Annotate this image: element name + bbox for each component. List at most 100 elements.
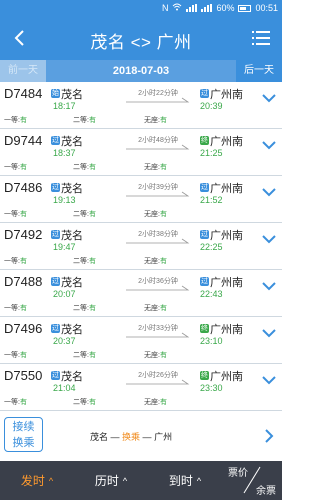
route-arrow-icon (126, 144, 190, 150)
network-indicator: N (161, 3, 169, 13)
departure-station: 茂名 (61, 277, 83, 289)
train-row[interactable]: D7488 过 茂名 20:07 2小时36分钟 过 广州南 22:43 一等:… (0, 270, 282, 317)
seat-no-seat: 无座:有 (144, 164, 167, 171)
status-bar: N 60% 00:51 (0, 0, 282, 17)
sort-arrive-tab[interactable]: 到时 ^ (148, 461, 222, 500)
arrival-station: 广州南 (210, 136, 243, 148)
selected-date[interactable]: 2018-07-03 (46, 60, 236, 82)
origin-type-icon: 过 (51, 136, 60, 145)
arrival-station: 广州南 (210, 324, 243, 336)
seat-no-seat: 无座:有 (144, 258, 167, 265)
seat-first-class: 一等:有 (4, 117, 27, 124)
train-number: D7488 (4, 274, 43, 289)
train-row[interactable]: D9744 过 茂名 18:37 2小时48分钟 终 广州南 21:25 一等:… (0, 129, 282, 176)
seat-no-seat: 无座:有 (144, 305, 167, 312)
battery-percent: 60% (216, 3, 235, 13)
transfer-section[interactable]: 接续 换乘 茂名 — 换乘 — 广州 (0, 411, 282, 461)
chevron-down-icon[interactable] (261, 374, 277, 386)
train-row[interactable]: D7492 过 茂名 19:47 2小时38分钟 过 广州南 22:25 一等:… (0, 223, 282, 270)
train-number: D7550 (4, 368, 43, 383)
chevron-down-icon[interactable] (261, 280, 277, 292)
remaining-label: 余票 (256, 486, 276, 497)
origin-type-icon: 始 (51, 89, 60, 98)
train-number: D7484 (4, 86, 43, 101)
seat-no-seat: 无座:有 (144, 117, 167, 124)
signal-icon (186, 4, 198, 12)
departure-time: 19:13 (53, 195, 76, 205)
sort-depart-tab[interactable]: 发时 ^ (0, 461, 74, 500)
arrival-station: 广州南 (210, 277, 243, 289)
seat-second-class: 二等:有 (73, 117, 96, 124)
seat-first-class: 一等:有 (4, 305, 27, 312)
transfer-button[interactable]: 接续 换乘 (4, 417, 43, 452)
destination-type-icon: 过 (200, 230, 209, 239)
seat-first-class: 一等:有 (4, 352, 27, 359)
train-list: D7484 始 茂名 18:17 2小时22分钟 过 广州南 20:39 一等:… (0, 82, 282, 411)
departure-station: 茂名 (61, 371, 83, 383)
route-arrow-icon (126, 238, 190, 244)
origin-type-icon: 过 (51, 324, 60, 333)
departure-station: 茂名 (61, 183, 83, 195)
transfer-route: 茂名 — 换乘 — 广州 (90, 432, 173, 442)
sort-duration-tab[interactable]: 历时 ^ (74, 461, 148, 500)
seat-no-seat: 无座:有 (144, 352, 167, 359)
departure-time: 18:17 (53, 101, 76, 111)
chevron-down-icon[interactable] (261, 92, 277, 104)
prev-day-button[interactable]: 前一天 (0, 60, 46, 82)
date-bar: 前一天 2018-07-03 后一天 (0, 60, 282, 82)
train-row[interactable]: D7496 过 茂名 20:37 2小时33分钟 终 广州南 23:10 一等:… (0, 317, 282, 364)
destination-type-icon: 过 (200, 183, 209, 192)
arrival-station: 广州南 (210, 371, 243, 383)
arrival-station: 广州南 (210, 183, 243, 195)
menu-icon[interactable] (252, 29, 270, 47)
transfer-button-line2: 换乘 (12, 437, 35, 449)
train-row[interactable]: D7550 过 茂名 21:04 2小时26分钟 终 广州南 23:30 一等:… (0, 364, 282, 411)
train-number: D9744 (4, 133, 43, 148)
train-row[interactable]: D7484 始 茂名 18:17 2小时22分钟 过 广州南 20:39 一等:… (0, 82, 282, 129)
chevron-right-icon[interactable] (264, 428, 274, 444)
arrival-station: 广州南 (210, 89, 243, 101)
destination-type-icon: 终 (200, 136, 209, 145)
route-arrow-icon (126, 379, 190, 385)
arrival-time: 23:10 (200, 336, 223, 346)
origin-type-icon: 过 (51, 371, 60, 380)
departure-station: 茂名 (61, 89, 83, 101)
sort-bar: 发时 ^ 历时 ^ 到时 ^ 票价 余票 (0, 461, 282, 500)
seat-no-seat: 无座:有 (144, 211, 167, 218)
train-number: D7496 (4, 321, 43, 336)
train-row[interactable]: D7486 过 茂名 19:13 2小时39分钟 过 广州南 21:52 一等:… (0, 176, 282, 223)
departure-station: 茂名 (61, 136, 83, 148)
arrival-time: 23:30 (200, 383, 223, 393)
origin-type-icon: 过 (51, 183, 60, 192)
signal-icon-2 (201, 4, 213, 12)
status-icons: N 60% 00:51 (162, 3, 278, 13)
seat-first-class: 一等:有 (4, 211, 27, 218)
arrival-time: 22:43 (200, 289, 223, 299)
departure-time: 18:37 (53, 148, 76, 158)
arrival-station: 广州南 (210, 230, 243, 242)
departure-station: 茂名 (61, 230, 83, 242)
train-number: D7492 (4, 227, 43, 242)
arrival-time: 21:52 (200, 195, 223, 205)
chevron-down-icon[interactable] (261, 233, 277, 245)
seat-first-class: 一等:有 (4, 399, 27, 406)
page-title: 茂名 <> 广州 (90, 33, 192, 52)
seat-first-class: 一等:有 (4, 258, 27, 265)
departure-time: 19:47 (53, 242, 76, 252)
seat-second-class: 二等:有 (73, 399, 96, 406)
seat-second-class: 二等:有 (73, 258, 96, 265)
route-arrow-icon (126, 332, 190, 338)
wifi-icon (172, 3, 182, 13)
seat-second-class: 二等:有 (73, 211, 96, 218)
destination-type-icon: 过 (200, 89, 209, 98)
departure-time: 20:07 (53, 289, 76, 299)
route-arrow-icon (126, 97, 190, 103)
chevron-down-icon[interactable] (261, 186, 277, 198)
next-day-button[interactable]: 后一天 (236, 60, 282, 82)
chevron-down-icon[interactable] (261, 139, 277, 151)
seat-second-class: 二等:有 (73, 352, 96, 359)
route-arrow-icon (126, 191, 190, 197)
chevron-down-icon[interactable] (261, 327, 277, 339)
sort-price-remaining-tab[interactable]: 票价 余票 (222, 461, 282, 500)
destination-type-icon: 终 (200, 371, 209, 380)
